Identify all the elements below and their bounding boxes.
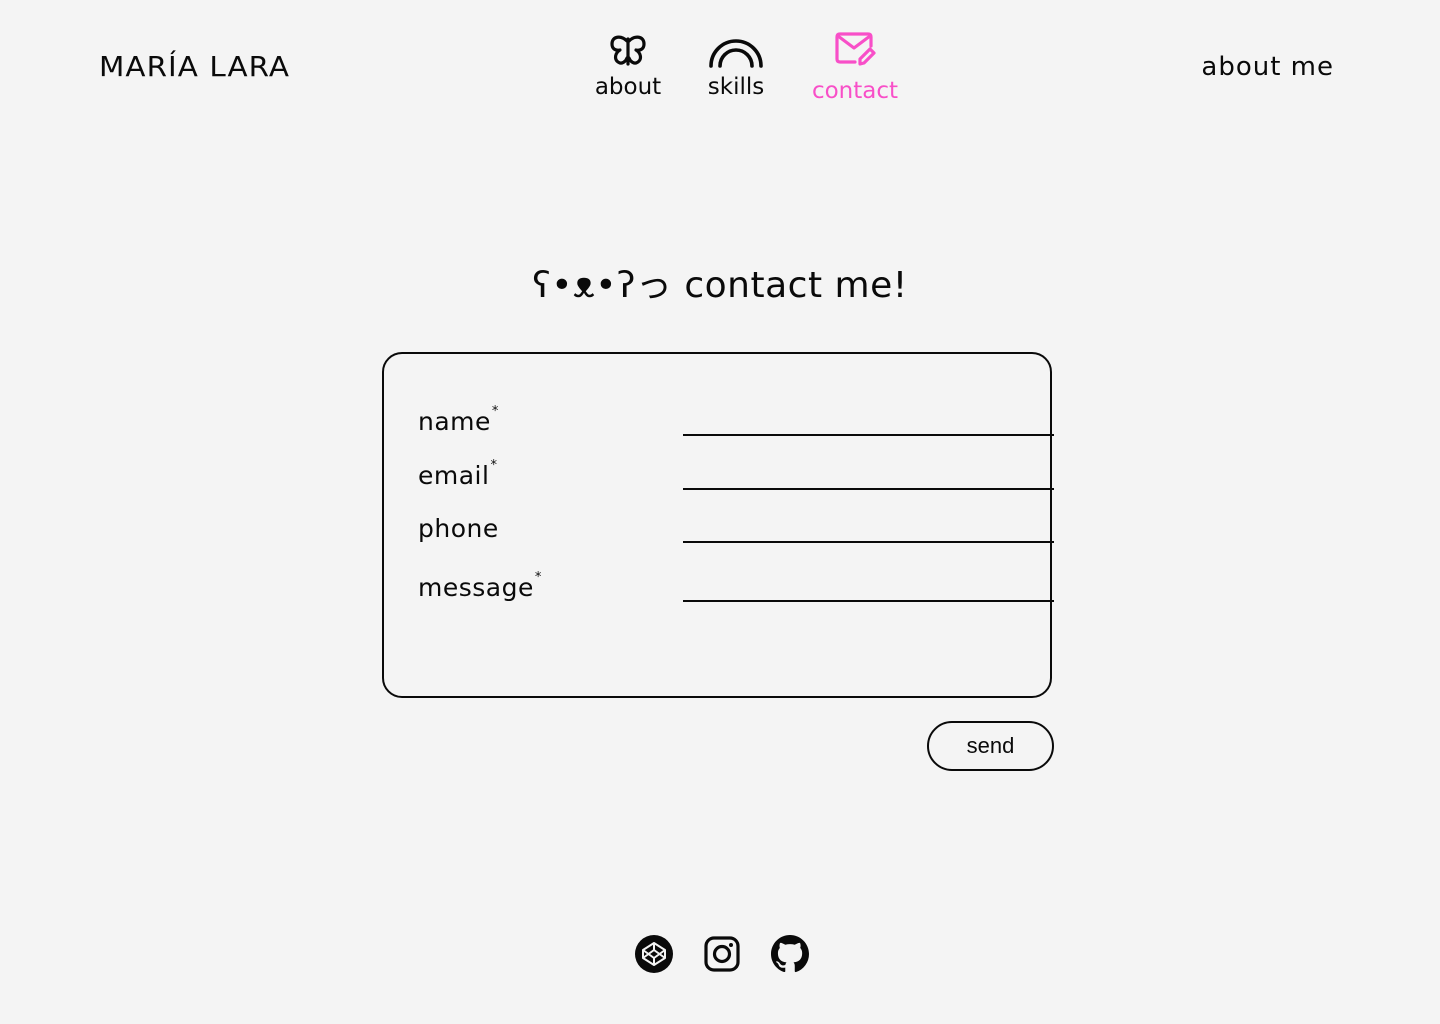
page-title: ʕ•ᴥ•ʔっ contact me! — [532, 265, 908, 306]
contact-form: name* email* phone message* — [382, 352, 1054, 698]
nav-label-skills: skills — [707, 74, 765, 100]
main-nav: about skills contact — [0, 30, 1440, 120]
codepen-icon[interactable] — [633, 933, 675, 975]
nav-item-about[interactable]: about — [593, 30, 663, 100]
phone-field-row: phone — [418, 503, 1054, 543]
nav-label-about: about — [594, 74, 662, 100]
send-button[interactable]: send — [927, 721, 1054, 771]
nav-item-contact[interactable]: contact — [810, 30, 900, 104]
message-field-row: message* — [418, 562, 1054, 602]
instagram-icon[interactable] — [701, 933, 743, 975]
contact-page: MARÍA LARA about me about skills contact… — [0, 0, 1440, 1024]
email-label: email* — [418, 458, 498, 490]
message-label: message* — [418, 570, 542, 602]
name-label: name* — [418, 404, 499, 436]
email-field-row: email* — [418, 450, 1054, 490]
phone-label: phone — [418, 514, 499, 543]
required-marker: * — [490, 458, 498, 473]
name-field-row: name* — [418, 396, 1054, 436]
required-marker: * — [534, 570, 542, 585]
mail-edit-icon — [833, 30, 877, 70]
social-links — [633, 933, 811, 975]
phone-input[interactable] — [683, 515, 1054, 543]
required-marker: * — [491, 404, 499, 419]
message-input[interactable] — [683, 574, 1054, 602]
butterfly-icon — [607, 30, 649, 70]
rainbow-icon — [707, 30, 765, 70]
name-input[interactable] — [683, 408, 1054, 436]
nav-item-skills[interactable]: skills — [701, 30, 771, 100]
github-icon[interactable] — [769, 933, 811, 975]
email-input[interactable] — [683, 462, 1054, 490]
nav-label-contact: contact — [811, 78, 899, 104]
